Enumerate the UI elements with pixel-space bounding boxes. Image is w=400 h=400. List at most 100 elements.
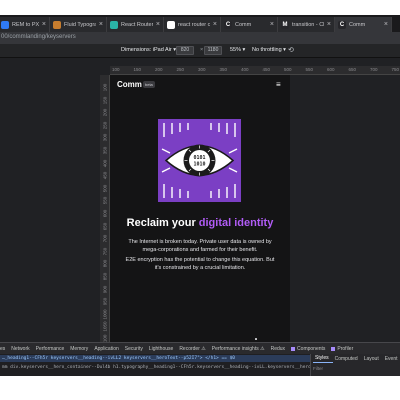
- ruler-tick-label: 400: [102, 159, 108, 167]
- devtools-tab[interactable]: Redux: [271, 346, 291, 352]
- ruler-tick-label: 550: [102, 197, 108, 205]
- devtools-tab[interactable]: es: [0, 346, 11, 352]
- tab-strip: REM to PX co×Fluid Typogra×React Router×…: [0, 15, 400, 32]
- comm-favicon-icon: C: [224, 20, 232, 29]
- devtools-tab[interactable]: Network: [11, 346, 35, 352]
- browser-tab[interactable]: C Comm ×: [335, 17, 392, 32]
- url-text[interactable]: 00/commlanding/keyservers: [1, 34, 76, 40]
- close-tab-icon[interactable]: ×: [327, 21, 331, 28]
- styles-sidebar: Styles Computed Layout Event Filter: [310, 354, 400, 376]
- heading-accent: digital identity: [198, 217, 274, 229]
- ruler-tick-label: 950: [102, 297, 108, 306]
- ruler-tick-label: 500: [102, 184, 108, 193]
- site-nav: Comm beta ≡: [110, 75, 290, 95]
- ruler-tick-label: 350: [219, 67, 228, 72]
- close-tab-icon[interactable]: ×: [156, 21, 160, 28]
- browser-tab[interactable]: react router c ×: [164, 17, 221, 32]
- devtools-tab-label: Network: [11, 345, 30, 352]
- bits-bottom: 1010: [193, 162, 205, 168]
- devtools-tab-label: Lighthouse: [148, 345, 174, 352]
- devtools-tab[interactable]: Application: [94, 346, 124, 352]
- browser-tab[interactable]: C Comm ×: [221, 17, 278, 32]
- devtools-tab[interactable]: Security: [125, 346, 149, 352]
- decorative-dot: [255, 338, 257, 340]
- vertical-ruler: 100 150 200 250 300 350 400 450 500 550 600 650 700 7…: [100, 75, 110, 357]
- rotate-icon[interactable]: ⟲: [288, 46, 294, 54]
- comm-logo[interactable]: Comm: [117, 80, 142, 89]
- browser-window: REM to PX co×Fluid Typogra×React Router×…: [0, 15, 400, 376]
- devtools-tab[interactable]: Performance insights ⚠: [212, 346, 271, 352]
- height-input[interactable]: 1180: [204, 46, 222, 55]
- close-tab-icon[interactable]: ×: [384, 21, 388, 28]
- ruler-tick-label: 550: [305, 67, 314, 72]
- tab-title: transition - Cl: [292, 21, 324, 28]
- devtools-tab[interactable]: Memory: [70, 346, 94, 352]
- close-tab-icon[interactable]: ×: [270, 21, 274, 28]
- devtools-tab[interactable]: Lighthouse: [149, 346, 179, 352]
- browser-tab[interactable]: Mtransition - Cl ×: [278, 17, 335, 32]
- tab-title: Fluid Typogra: [64, 21, 96, 28]
- sidebar-tabs: Styles Computed Layout Event: [311, 354, 400, 363]
- sidebar-tab[interactable]: Event: [383, 355, 400, 363]
- sidebar-tab[interactable]: Layout: [362, 355, 383, 363]
- beta-badge: beta: [143, 81, 155, 88]
- devtools-panel-tabs: es Network Performance Memory Application Sec…: [0, 342, 400, 354]
- tab-title: REM to PX co: [12, 21, 39, 28]
- devtools-tab-label: Performance insights ⚠: [211, 345, 265, 352]
- selected-node-line[interactable]: …_heading1--CFh5r keyservers__heading--i…: [0, 355, 310, 362]
- browser-tab[interactable]: Fluid Typogra ×: [50, 17, 107, 32]
- ruler-tick-label: 1000: [102, 309, 108, 320]
- hero-paragraph-2: E2E encryption has the potential to chan…: [125, 257, 275, 271]
- devtools-tab[interactable]: Performance: [36, 346, 71, 352]
- ruler-tick-label: 500: [284, 67, 292, 72]
- zoom-dropdown[interactable]: 55% ▾: [230, 47, 245, 53]
- devtools-tab[interactable]: Profiler: [331, 346, 359, 352]
- close-tab-icon[interactable]: ×: [213, 21, 217, 28]
- width-input[interactable]: 820: [176, 46, 194, 55]
- address-bar[interactable]: 00/commlanding/keyservers: [0, 32, 400, 44]
- ruler-tick-label: 200: [102, 108, 108, 117]
- ruler-tick-label: 350: [102, 146, 108, 155]
- react-extension-icon: [331, 346, 336, 351]
- devtools-tab-label: Redux: [270, 345, 286, 352]
- close-tab-icon[interactable]: ×: [42, 21, 46, 28]
- horizontal-ruler: 100 150 200 250 300 350 400 450 500 550 600 650 700 7…: [110, 66, 400, 75]
- ruler-tick-label: 800: [102, 260, 108, 268]
- ruler-tick-label: 150: [102, 96, 108, 104]
- tab-title: React Router: [121, 21, 153, 28]
- ruler-tick-label: 450: [262, 67, 271, 72]
- ruler-tick-label: 450: [102, 171, 108, 180]
- devtools-tab-label: Profiler: [337, 345, 354, 352]
- devtools-tab[interactable]: Recorder ⚠: [179, 346, 211, 352]
- sidebar-tab[interactable]: Computed: [333, 355, 362, 363]
- bits-top: 0101: [193, 155, 205, 161]
- ruler-tick-label: 200: [155, 67, 163, 72]
- close-tab-icon[interactable]: ×: [99, 21, 103, 28]
- dimensions-dropdown[interactable]: Dimensions: iPad Air ▾: [121, 47, 176, 53]
- throttling-dropdown[interactable]: No throttling ▾: [252, 47, 286, 53]
- device-toolbar: Dimensions: iPad Air ▾ 820 × 1180 55% ▾ …: [0, 44, 400, 58]
- google-favicon-icon: [167, 20, 175, 29]
- ruler-tick-label: 750: [391, 67, 400, 72]
- ruler-tick-label: 850: [102, 272, 108, 281]
- ruler-tick-label: 250: [176, 67, 185, 72]
- ruler-tick-label: 600: [327, 67, 335, 72]
- devtools-tab-label: Memory: [70, 345, 89, 352]
- hero-heading: Reclaim your digital identity: [110, 217, 290, 229]
- ruler-tick-label: 750: [102, 247, 108, 256]
- devtools-tab[interactable]: Components: [291, 346, 331, 352]
- devtools-tab-label: Performance: [35, 345, 65, 352]
- tab-title: react router c: [178, 21, 210, 28]
- devtools-tab-label: es: [0, 345, 6, 352]
- browser-tab[interactable]: React Router ×: [107, 17, 164, 32]
- hamburger-menu-icon[interactable]: ≡: [276, 80, 281, 89]
- document-favicon-icon: [53, 20, 61, 29]
- sidebar-tab[interactable]: Styles: [313, 354, 333, 363]
- dom-breadcrumbs[interactable]: mm div.keyservers__hero_container--Dul4b…: [0, 364, 310, 371]
- ruler-tick-label: 400: [241, 67, 249, 72]
- hero-paragraph-1: The Internet is broken today. Private us…: [128, 239, 272, 253]
- browser-tab[interactable]: REM to PX co×: [0, 17, 50, 32]
- ruler-tick-label: 300: [198, 67, 206, 72]
- tab-title: Comm: [349, 21, 366, 28]
- filter-input[interactable]: Filter: [313, 366, 323, 371]
